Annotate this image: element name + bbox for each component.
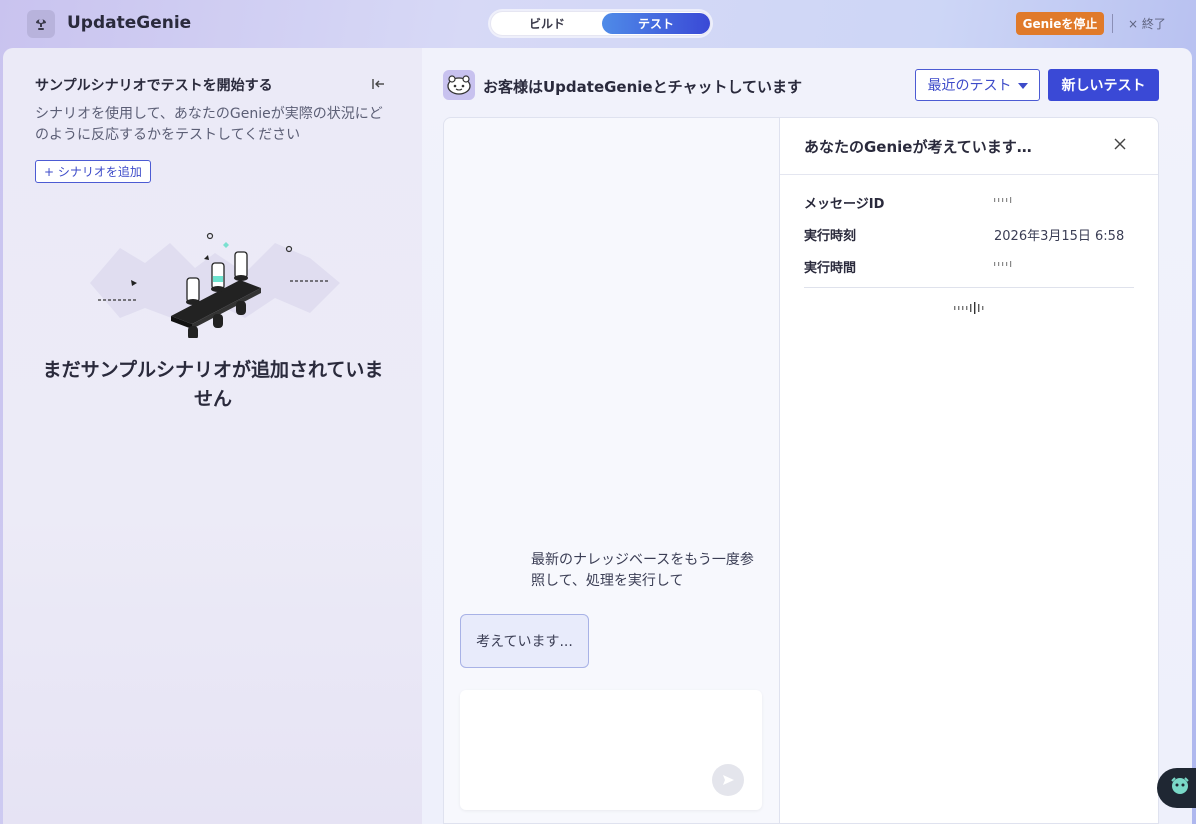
recent-tests-dropdown[interactable]: 最近のテスト (915, 69, 1040, 101)
top-bar: UpdateGenie ビルド テスト Genieを停止 × 終了 (0, 0, 1196, 48)
thinking-bubble: 考えています... (460, 614, 589, 668)
execution-time-row: 実行時刻 2026年3月15日 6:58 (804, 225, 1134, 245)
send-icon[interactable] (712, 764, 744, 796)
chat-header-title: お客様はUpdateGenieとチャットしています (483, 78, 803, 96)
scenario-panel-title: サンプルシナリオでテストを開始する (35, 78, 273, 94)
empty-state-message: まだサンプルシナリオが追加されていません (42, 359, 384, 410)
loading-indicator-icon (954, 299, 986, 318)
scenario-panel-description: シナリオを使用して、あなたのGenieが実際の状況にどのように反応するかをテスト… (35, 106, 383, 143)
assistant-bubble-icon (443, 70, 475, 100)
add-scenario-button[interactable]: + シナリオを追加 (35, 160, 151, 183)
duration-row: 実行時間 (804, 257, 1134, 277)
message-id-row: メッセージID (804, 193, 1134, 213)
tab-test[interactable]: テスト (602, 13, 710, 34)
user-message: 最新のナレッジベースをもう一度参照して、処理を実行して (531, 552, 754, 589)
stop-genie-button[interactable]: Genieを停止 (1016, 12, 1104, 35)
new-test-button[interactable]: 新しいテスト (1048, 69, 1159, 101)
divider (1112, 14, 1113, 33)
exit-button[interactable]: × 終了 (1128, 15, 1166, 32)
divider (780, 174, 1158, 175)
genie-lamp-icon (27, 10, 55, 38)
mode-toggle: ビルド テスト (490, 11, 711, 36)
execution-time-label: 実行時刻 (804, 229, 857, 244)
close-icon[interactable] (1114, 134, 1126, 155)
message-id-loading (994, 193, 1014, 208)
empty-state-illustration (85, 228, 345, 340)
recent-tests-label: 最近のテスト (927, 78, 1012, 94)
app-name: UpdateGenie (67, 13, 192, 33)
chat-pane: 最新のナレッジベースをもう一度参照して、処理を実行して 考えています... (443, 117, 779, 824)
execution-time-value: 2026年3月15日 6:58 (994, 229, 1125, 244)
chat-input-box (460, 690, 762, 810)
duration-label: 実行時間 (804, 261, 857, 276)
duration-loading (994, 257, 1014, 272)
chevron-down-icon (1017, 77, 1028, 93)
test-chat-area: お客様はUpdateGenieとチャットしています 最近のテスト 新しいテスト … (422, 48, 1192, 824)
chat-input[interactable] (470, 700, 752, 770)
divider (804, 287, 1134, 288)
message-id-label: メッセージID (804, 197, 885, 212)
assistant-icon (1169, 775, 1191, 801)
scenario-panel: サンプルシナリオでテストを開始する シナリオを使用して、あなたのGenieが実際… (3, 48, 422, 824)
genie-thinking-panel: あなたのGenieが考えています… メッセージID 実行時刻 2026年3月15… (779, 117, 1159, 824)
collapse-left-icon[interactable] (371, 77, 385, 95)
thinking-panel-title: あなたのGenieが考えています… (804, 138, 1032, 156)
floating-assistant-button[interactable] (1157, 768, 1196, 808)
tab-build[interactable]: ビルド (493, 13, 601, 34)
